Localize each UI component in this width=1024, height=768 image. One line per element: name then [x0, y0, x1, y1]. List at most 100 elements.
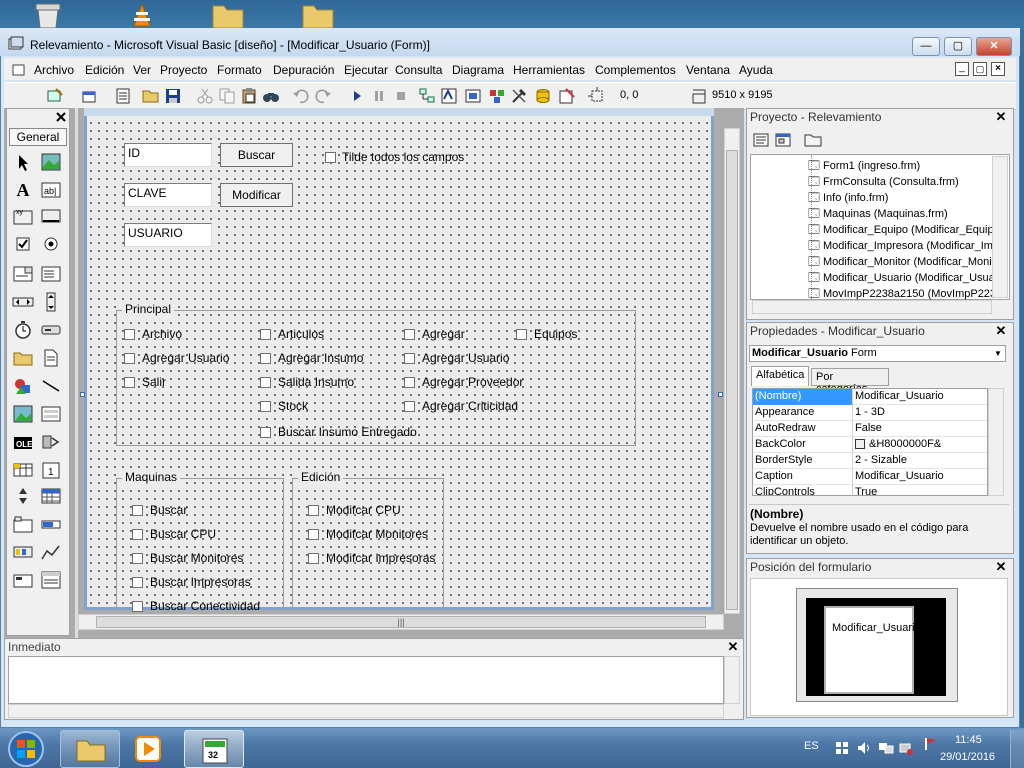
menu-ver[interactable]: Ver — [133, 63, 151, 77]
vlc-cone-icon[interactable] — [124, 2, 160, 28]
checkbox-tool-icon[interactable] — [12, 234, 34, 254]
flag-icon[interactable] — [922, 736, 938, 752]
mdi-restore-button[interactable]: ▢ — [973, 62, 987, 76]
commandbutton-tool-icon[interactable] — [40, 206, 62, 226]
chevron-down-icon[interactable]: ▼ — [992, 347, 1004, 360]
properties-vscroll[interactable] — [988, 388, 1004, 496]
datagrid-tool-icon[interactable] — [12, 460, 34, 480]
menu-depuracion[interactable]: Depuración — [273, 63, 334, 77]
paste-icon[interactable] — [240, 87, 258, 105]
immediate-close-icon[interactable]: ✕ — [726, 640, 740, 654]
modificar-monitores-checkbox[interactable] — [308, 529, 319, 540]
progressbar-tool-icon[interactable] — [40, 514, 62, 534]
usuario-textbox[interactable]: USUARIO — [124, 223, 212, 247]
property-row[interactable]: AutoRedraw False — [753, 421, 987, 437]
property-row[interactable]: ClipControls True — [753, 485, 987, 495]
drivelistbox-tool-icon[interactable] — [40, 320, 62, 340]
property-value[interactable]: 1 - 3D — [855, 405, 985, 421]
mdi-close-button[interactable]: × — [991, 62, 1005, 76]
toolbox-close-icon[interactable] — [54, 110, 68, 124]
form-preview[interactable] — [824, 606, 914, 694]
recycle-bin-icon[interactable] — [30, 2, 66, 29]
line-tool-icon[interactable] — [40, 376, 62, 396]
property-row[interactable]: Appearance 1 - 3D — [753, 405, 987, 421]
undo-icon[interactable] — [292, 87, 310, 105]
buscar-impresoras-checkbox[interactable] — [132, 577, 143, 588]
agregar-proveedor-checkbox[interactable] — [404, 377, 415, 388]
menu-consulta[interactable]: Consulta — [395, 63, 442, 77]
property-value[interactable]: False — [855, 421, 985, 437]
filelistbox-tool-icon[interactable] — [40, 348, 62, 368]
property-row[interactable]: Caption Modificar_Usuario — [753, 469, 987, 485]
pointer-tool-icon[interactable] — [12, 152, 34, 172]
modificar-impresoras-checkbox[interactable] — [308, 553, 319, 564]
toolbar-tool-icon[interactable] — [12, 542, 34, 562]
equipos-checkbox[interactable] — [516, 329, 527, 340]
view-code-icon[interactable] — [752, 132, 770, 148]
agregar-criticidad-checkbox[interactable] — [404, 401, 415, 412]
agregar-checkbox[interactable] — [404, 329, 415, 340]
property-value[interactable]: Modificar_Usuario — [855, 469, 985, 485]
tab-alfabetica[interactable]: Alfabética — [751, 366, 809, 386]
component-manager-icon[interactable] — [558, 87, 576, 105]
start-button[interactable] — [6, 730, 46, 768]
label-tool-icon[interactable]: A — [12, 180, 34, 200]
taskbar-media-player-button[interactable] — [124, 730, 176, 768]
immediate-vscroll[interactable] — [724, 656, 740, 704]
timer-tool-icon[interactable] — [12, 320, 34, 340]
folder-icon[interactable] — [300, 2, 336, 29]
designer-hscroll-thumb[interactable]: ||| — [96, 616, 706, 628]
redo-icon[interactable] — [314, 87, 332, 105]
tabstrip-tool-icon[interactable] — [12, 514, 34, 534]
toggle-folders-icon[interactable] — [804, 132, 822, 148]
id-textbox[interactable]: ID — [124, 143, 212, 167]
menu-edicion[interactable]: Edición — [85, 63, 124, 77]
dirlistbox-tool-icon[interactable] — [12, 348, 34, 368]
find-icon[interactable] — [262, 87, 280, 105]
vscrollbar-tool-icon[interactable] — [40, 292, 62, 312]
stop-icon[interactable] — [392, 87, 410, 105]
taskbar-explorer-button[interactable] — [60, 730, 120, 768]
updown-tool-icon[interactable] — [12, 486, 34, 506]
buscar-cpu-checkbox[interactable] — [132, 529, 143, 540]
object-browser-icon[interactable] — [488, 87, 506, 105]
designer-vscroll-thumb[interactable] — [726, 150, 738, 610]
salir-checkbox[interactable] — [124, 377, 135, 388]
clock-time[interactable]: 11:45 — [955, 734, 982, 746]
clave-textbox[interactable]: CLAVE — [124, 183, 212, 207]
clock-date[interactable]: 29/01/2016 — [940, 751, 995, 763]
property-value[interactable]: Modificar_Usuario — [855, 389, 985, 405]
articulos-checkbox[interactable] — [260, 329, 271, 340]
buscar-insumo-entregado-checkbox[interactable] — [260, 427, 271, 438]
statusbar-tool-icon[interactable] — [12, 570, 34, 590]
menu-proyecto[interactable]: Proyecto — [160, 63, 207, 77]
show-desktop-button[interactable] — [1010, 730, 1024, 768]
toolbox-general-tab[interactable]: General — [9, 128, 67, 146]
menu-diagrama[interactable]: Diagrama — [452, 63, 504, 77]
copy-icon[interactable] — [218, 87, 236, 105]
resize-handle-left[interactable] — [80, 392, 85, 397]
stock-checkbox[interactable] — [260, 401, 271, 412]
resize-handle-right[interactable] — [718, 392, 723, 397]
property-value[interactable]: True — [855, 485, 985, 495]
buscar-button[interactable]: Buscar — [220, 143, 293, 167]
usb-icon[interactable] — [898, 740, 914, 756]
ole-tool-icon[interactable]: OLE — [12, 432, 34, 452]
menu-formato[interactable]: Formato — [217, 63, 262, 77]
project-close-icon[interactable]: ✕ — [994, 110, 1008, 124]
open-folder-icon[interactable] — [142, 87, 160, 105]
archivo-checkbox[interactable] — [124, 329, 135, 340]
optionbutton-tool-icon[interactable] — [40, 234, 62, 254]
project-explorer-icon[interactable] — [418, 87, 436, 105]
menu-ayuda[interactable]: Ayuda — [739, 63, 773, 77]
chart-tool-icon[interactable] — [40, 542, 62, 562]
combobox-tool-icon[interactable] — [12, 264, 34, 284]
listview-tool-icon[interactable] — [40, 570, 62, 590]
language-indicator[interactable]: ES — [804, 740, 819, 752]
action-center-icon[interactable] — [834, 740, 850, 756]
agregar-usuario-2-checkbox[interactable] — [404, 353, 415, 364]
tilde-todos-checkbox[interactable] — [325, 152, 336, 163]
calendar-tool-icon[interactable]: 1 — [40, 460, 62, 480]
property-row[interactable]: BorderStyle 2 - Sizable — [753, 453, 987, 469]
toolbox-icon[interactable] — [510, 87, 528, 105]
